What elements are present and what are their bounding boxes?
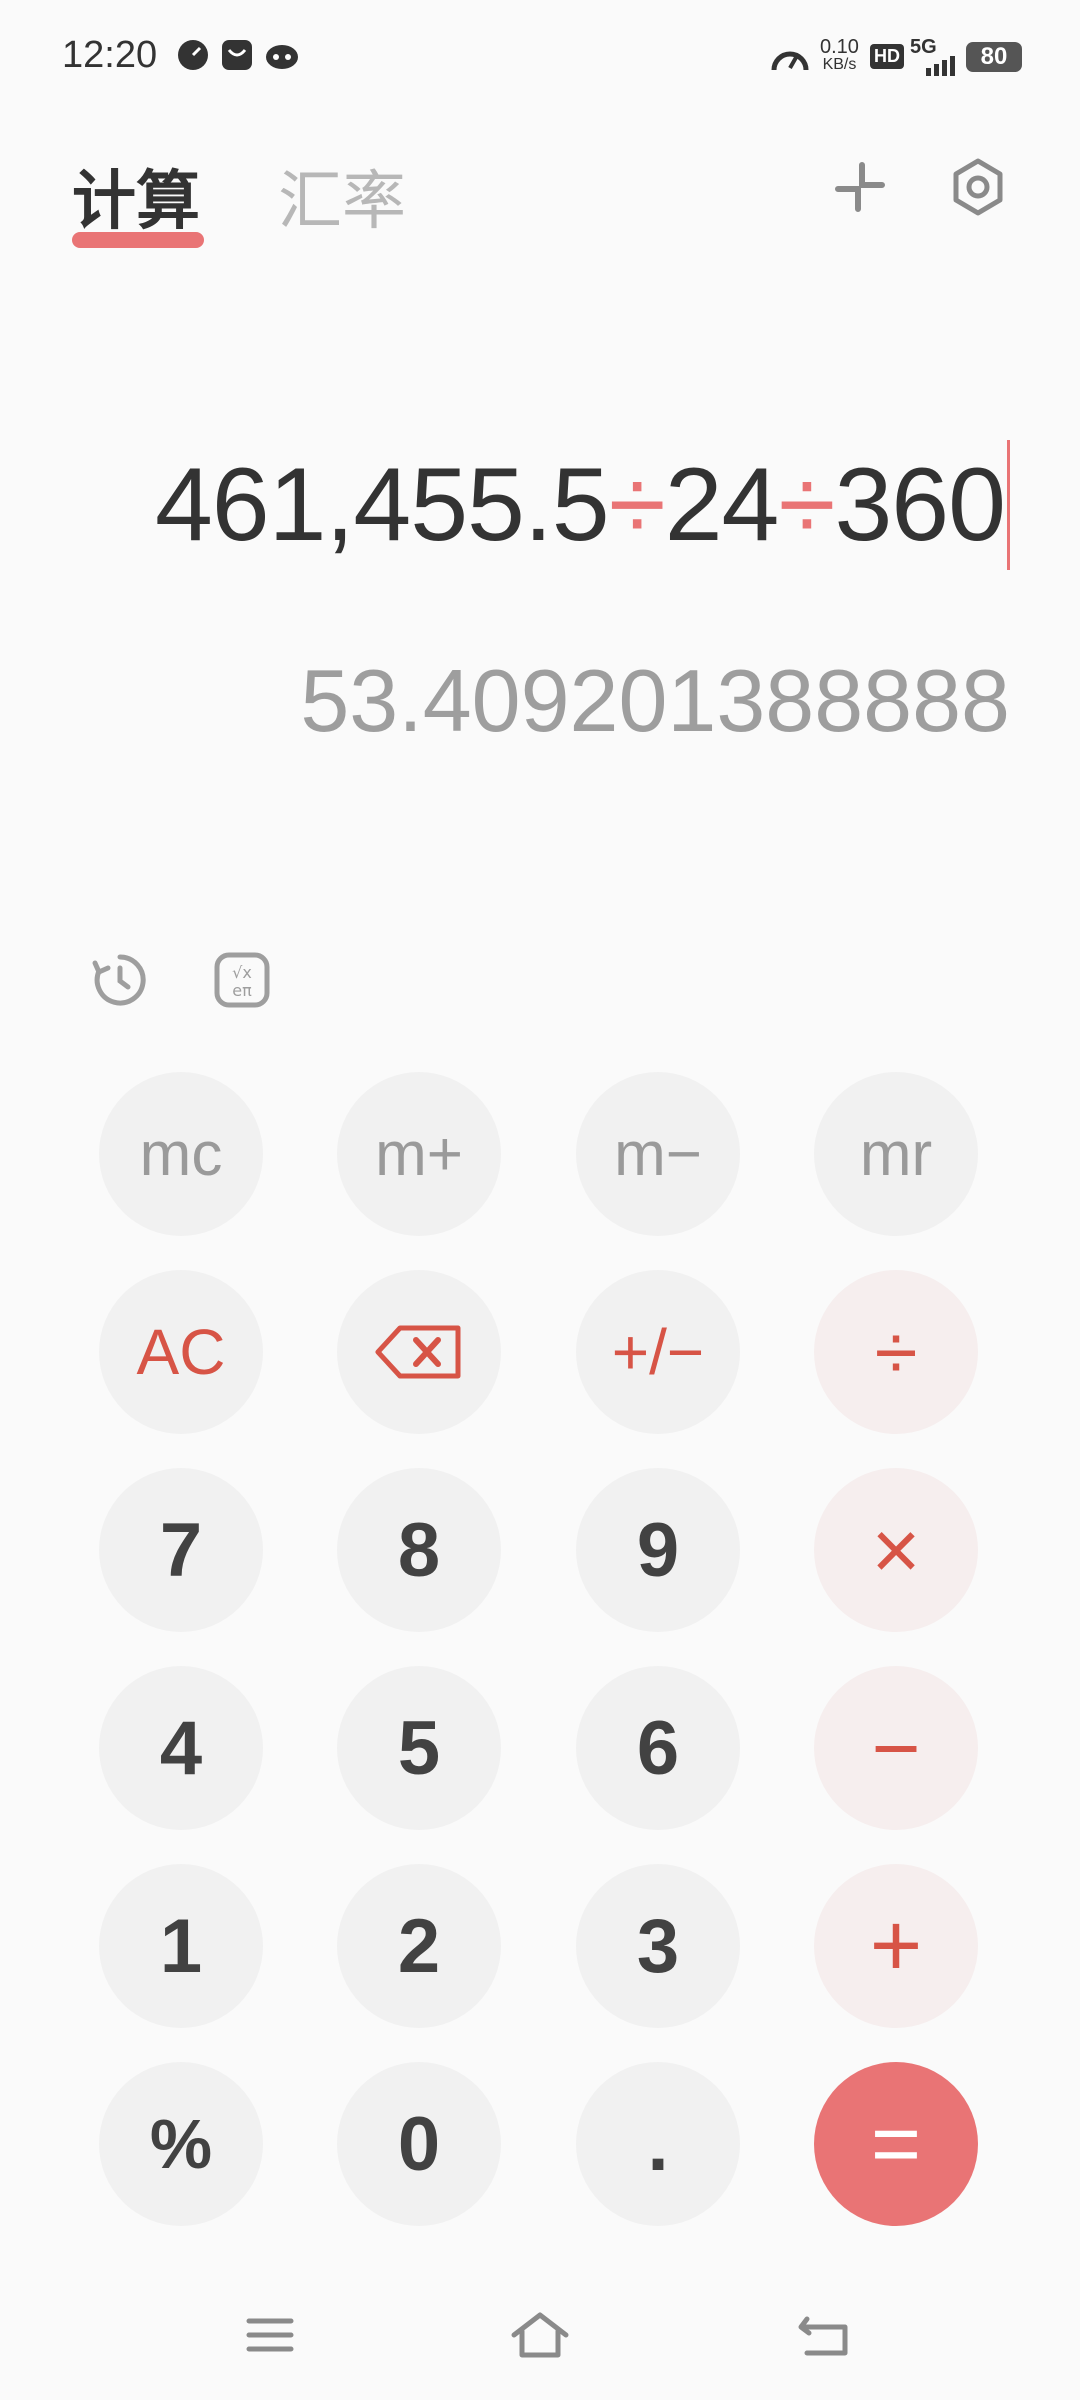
digit-4-button[interactable]: 4 [99,1666,263,1830]
expression-operator: ÷ [778,446,835,563]
digit-3-button[interactable]: 3 [576,1864,740,2028]
equals-button[interactable]: = [814,2062,978,2226]
percent-button[interactable]: % [99,2062,263,2226]
battery-indicator: 80 [966,42,1022,72]
signal-icon [918,56,960,76]
tab-exchange-rate[interactable]: 汇率 [278,150,406,242]
expression-operand: 461,455.5 [154,446,610,563]
expression-display[interactable]: 461,455.5 ÷ 24 ÷ 360 [155,440,1010,570]
svg-text:√x: √x [232,963,252,982]
decimal-point-button[interactable]: . [576,2062,740,2226]
network-speed-icon [770,40,810,74]
digit-9-button[interactable]: 9 [576,1468,740,1632]
digit-6-button[interactable]: 6 [576,1666,740,1830]
tab-active-indicator [72,232,204,248]
subtract-button[interactable]: − [814,1666,978,1830]
all-clear-button[interactable]: AC [99,1270,263,1434]
m-minus-button[interactable]: m− [576,1072,740,1236]
expression-operator: ÷ [608,446,666,563]
menu-icon[interactable] [230,2305,310,2365]
expression-operand: 24 [664,446,780,563]
sign-toggle-button[interactable]: +/− [576,1270,740,1434]
mr-button[interactable]: mr [814,1072,978,1236]
cat-app-icon [264,38,298,72]
mc-button[interactable]: mc [99,1072,263,1236]
backspace-button[interactable] [337,1270,501,1434]
add-button[interactable]: + [814,1864,978,2028]
history-icon[interactable] [88,948,152,1012]
status-bar: 12:20 0.10 KB/s HD 5G 80 [0,0,1080,120]
home-icon[interactable] [500,2305,580,2365]
digit-5-button[interactable]: 5 [337,1666,501,1830]
shrink-icon[interactable] [828,155,892,219]
digit-0-button[interactable]: 0 [337,2062,501,2226]
app-notification-icon [220,38,254,72]
divide-button[interactable]: ÷ [814,1270,978,1434]
text-cursor [1007,440,1010,570]
multiply-button[interactable]: × [814,1468,978,1632]
digit-2-button[interactable]: 2 [337,1864,501,2028]
digit-7-button[interactable]: 7 [99,1468,263,1632]
tab-calculate[interactable]: 计算 [72,150,200,242]
back-icon[interactable] [784,2305,864,2365]
digit-8-button[interactable]: 8 [337,1468,501,1632]
result-display: 53.409201388888 [300,651,1010,750]
scientific-mode-icon[interactable]: √x eπ [210,948,274,1012]
m-plus-button[interactable]: m+ [337,1072,501,1236]
digit-1-button[interactable]: 1 [99,1864,263,2028]
status-time: 12:20 [62,34,158,76]
expression-operand: 360 [834,446,1006,563]
hd-badge: HD [870,44,904,69]
settings-icon[interactable] [946,155,1010,219]
backspace-icon [375,1325,461,1379]
svg-text:eπ: eπ [232,981,252,1000]
net-speed: 0.10 KB/s [820,36,859,73]
speedometer-icon [176,38,210,72]
